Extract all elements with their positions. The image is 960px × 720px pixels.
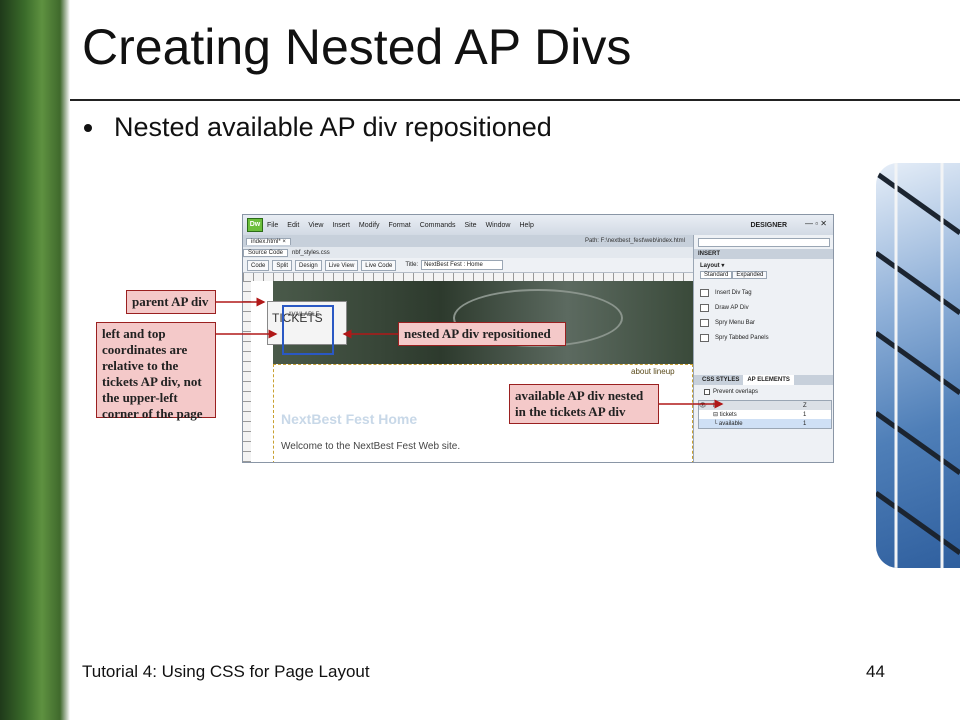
horizontal-ruler: [243, 273, 693, 281]
available-label: AVAILABLE: [288, 312, 320, 318]
bullet-text: Nested available AP div repositioned: [114, 112, 552, 142]
menu-view[interactable]: View: [308, 222, 323, 229]
menu-window[interactable]: Window: [486, 222, 511, 229]
table-header-row: 👁 ID Z: [699, 401, 831, 410]
title-divider: [70, 99, 960, 101]
insert-item-label: Draw AP Div: [715, 304, 749, 311]
document-path: Path: F:\nextbest_fest\web\index.html: [584, 238, 685, 244]
tickets-ap-div[interactable]: TICKETS AVAILABLE: [267, 301, 347, 355]
document-tab[interactable]: index.html* ×: [246, 237, 291, 245]
spry-tabbed-panels-item[interactable]: Spry Tabbed Panels: [700, 330, 769, 345]
tab-standard[interactable]: Standard: [700, 271, 733, 279]
welcome-text: Welcome to the NextBest Fest Web site.: [281, 441, 461, 452]
eye-icon: 👁: [699, 403, 707, 409]
menu-bar-icon: [700, 318, 709, 327]
layout-category[interactable]: Layout ▾: [700, 262, 724, 269]
insert-items: Insert Div Tag Draw AP Div Spry Menu Bar…: [700, 285, 769, 345]
code-view-button[interactable]: Code: [247, 259, 270, 271]
callout-coordinates: left and top coordinates are relative to…: [96, 322, 216, 421]
close-tab-icon[interactable]: ×: [282, 239, 286, 245]
callout-parent-ap-div: parent AP div: [126, 290, 216, 314]
design-view-button[interactable]: Design: [295, 259, 322, 271]
insert-panel-header[interactable]: INSERT: [694, 249, 833, 259]
document-tab-bar: index.html* × Path: F:\nextbest_fest\web…: [243, 235, 693, 247]
workspace-switcher[interactable]: DESIGNER: [750, 222, 787, 229]
column-header-z: Z: [803, 402, 807, 409]
nav-links[interactable]: about lineup: [631, 367, 675, 376]
ap-id-cell: └ available: [713, 420, 743, 427]
callout-nested-repositioned: nested AP div repositioned: [398, 322, 566, 346]
bullet-icon: [84, 123, 92, 132]
menu-site[interactable]: Site: [465, 222, 477, 229]
menu-bar: Dw File Edit View Insert Modify Format C…: [243, 215, 833, 235]
menu-help[interactable]: Help: [519, 222, 533, 229]
menu-file[interactable]: File: [267, 222, 278, 229]
related-source-code[interactable]: Source Code: [243, 248, 289, 257]
insert-mode-tabs: Standard Expanded: [700, 271, 768, 279]
panel-search-input[interactable]: [698, 238, 830, 247]
spry-menu-bar-item[interactable]: Spry Menu Bar: [700, 315, 769, 330]
menu-format[interactable]: Format: [389, 222, 411, 229]
draw-ap-div-item[interactable]: Draw AP Div: [700, 300, 769, 315]
document-toolbar: Code Split Design Live View Live Code Ti…: [243, 258, 693, 273]
ap-elements-table: 👁 ID Z ⊟ tickets 1 └ available 1: [698, 400, 832, 429]
related-css-file[interactable]: nbf_styles.css: [288, 250, 334, 256]
insert-div-tag-item[interactable]: Insert Div Tag: [700, 285, 769, 300]
tab-expanded[interactable]: Expanded: [732, 271, 768, 279]
live-view-button[interactable]: Live View: [324, 259, 359, 271]
menu-commands[interactable]: Commands: [420, 222, 456, 229]
table-row[interactable]: └ available 1: [699, 419, 831, 428]
menu-modify[interactable]: Modify: [359, 222, 380, 229]
side-panel: INSERT Layout ▾ Standard Expanded Insert…: [693, 235, 833, 462]
ap-z-cell: 1: [803, 411, 807, 418]
design-view[interactable]: about lineup NextBest Fest Home Welcome …: [251, 281, 693, 462]
slide-title: Creating Nested AP Divs: [82, 19, 632, 75]
menu-insert[interactable]: Insert: [332, 222, 350, 229]
tabbed-panels-icon: [700, 333, 709, 342]
dw-logo-icon: Dw: [247, 218, 263, 232]
page-number: 44: [866, 662, 885, 681]
prevent-overlaps-checkbox[interactable]: [704, 389, 710, 395]
insert-item-label: Insert Div Tag: [715, 289, 752, 296]
document-tab-label: index.html*: [251, 238, 281, 245]
tab-ap-elements[interactable]: AP ELEMENTS: [743, 375, 794, 385]
window-controls[interactable]: — ▫ ✕: [805, 219, 827, 228]
ap-div-icon: [700, 303, 709, 312]
available-ap-div[interactable]: AVAILABLE: [282, 305, 334, 355]
prevent-overlaps-label: Prevent overlaps: [713, 389, 759, 395]
css-panel-tabs: CSS STYLES AP ELEMENTS: [694, 375, 833, 385]
title-input[interactable]: NextBest Fest : Home: [421, 260, 504, 270]
column-header-id: ID: [713, 402, 719, 409]
table-row[interactable]: ⊟ tickets 1: [699, 410, 831, 419]
ap-id-cell: ⊟ tickets: [713, 412, 737, 418]
page-heading: NextBest Fest Home: [281, 411, 418, 427]
menu-edit[interactable]: Edit: [287, 222, 299, 229]
tower-photo: [876, 163, 960, 568]
insert-item-label: Spry Menu Bar: [715, 319, 756, 326]
prevent-overlaps-option[interactable]: Prevent overlaps: [704, 389, 758, 395]
title-label: Title:: [405, 262, 419, 268]
div-tag-icon: [700, 288, 709, 297]
callout-available-nested: available AP div nested in the tickets A…: [509, 384, 659, 424]
bullet-item: Nested available AP div repositioned: [84, 112, 552, 143]
live-code-button[interactable]: Live Code: [361, 259, 397, 271]
insert-item-label: Spry Tabbed Panels: [715, 334, 769, 341]
ap-z-cell: 1: [803, 420, 807, 427]
leaf-decoration: [0, 0, 70, 720]
vertical-ruler: [243, 281, 251, 462]
split-view-button[interactable]: Split: [272, 259, 293, 271]
footer-text: Tutorial 4: Using CSS for Page Layout: [82, 662, 370, 681]
related-files-bar: Source Code nbf_styles.css: [243, 247, 693, 258]
tab-css-styles[interactable]: CSS STYLES: [698, 375, 743, 385]
